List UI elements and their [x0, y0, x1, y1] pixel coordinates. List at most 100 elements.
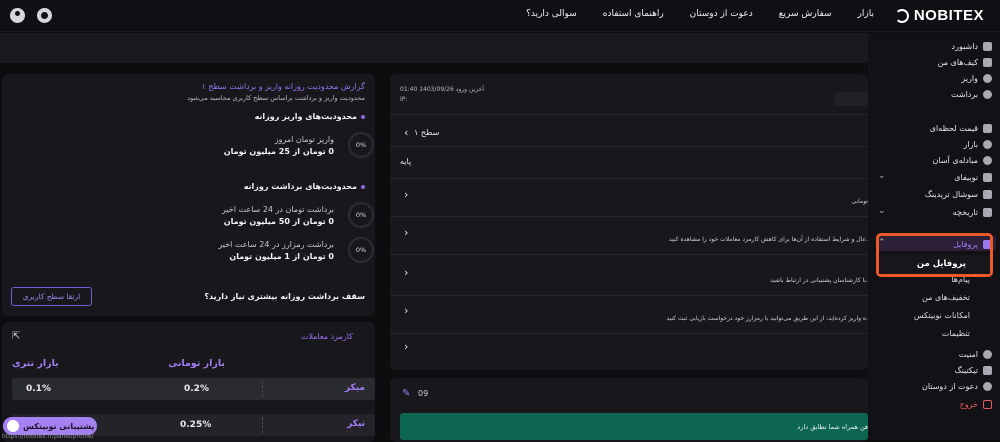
- column-divider: [262, 417, 263, 433]
- sidebar-item-logout[interactable]: خروج: [874, 396, 992, 412]
- sidebar-item-withdraw[interactable]: برداشت: [874, 86, 992, 102]
- sidebar-item-label: خروج: [959, 399, 978, 409]
- level-row-text: تومانی: [851, 198, 868, 205]
- chevron-left-icon[interactable]: ›: [404, 226, 408, 239]
- sidebar-item-easy-exchange[interactable]: مبادله‌ی آسان: [874, 152, 992, 168]
- sidebar-item-label: بازار: [963, 139, 978, 149]
- sidebar-item-label: قیمت لحظه‌ای: [929, 123, 978, 133]
- deposit-progress-ring: 0%: [348, 132, 374, 158]
- deposit-icon: [983, 73, 992, 83]
- history-icon: [983, 207, 992, 217]
- bullet-dot-icon: [361, 184, 365, 189]
- nobitex-logo-icon: [894, 8, 909, 23]
- sidebar-sub-features[interactable]: امکانات نوبیتکس: [914, 311, 970, 320]
- chevron-left-icon[interactable]: ›: [404, 266, 408, 279]
- row-divider: [390, 295, 868, 296]
- nav-quick-order[interactable]: سفارش سریع: [779, 9, 832, 19]
- sidebar-item-deposit[interactable]: واریز: [874, 70, 992, 86]
- deposit-section-title: محدودیت‌های واریز روزانه: [255, 112, 365, 121]
- sidebar-item-dashboard[interactable]: داشبورد: [874, 38, 992, 54]
- deposit-section-label: محدودیت‌های واریز روزانه: [254, 112, 357, 121]
- sidebar-item-label: تاریخچه: [952, 207, 978, 217]
- sidebar-sub-discounts[interactable]: تخفیف‌های من: [922, 293, 970, 302]
- report-title: گزارش محدودیت روزانه واریز و برداشت سطح …: [201, 82, 365, 91]
- sidebar-item-nobify[interactable]: نوبیفای ⌄: [874, 169, 992, 185]
- sidebar-item-label: دعوت از دوستان: [921, 381, 978, 391]
- bullet-dot-icon: [361, 114, 365, 119]
- column-divider: [262, 381, 263, 397]
- expand-icon[interactable]: ⇱: [12, 331, 20, 342]
- daily-limit-report-panel: گزارش محدودیت روزانه واریز و برداشت سطح …: [2, 74, 375, 316]
- nav-invite-friends[interactable]: دعوت از دوستان: [690, 9, 753, 19]
- sub-header-bar: [0, 33, 1000, 63]
- sidebar-item-market[interactable]: بازار: [874, 136, 992, 152]
- chevron-left-icon[interactable]: ›: [404, 340, 408, 353]
- sidebar-item-label: کیف‌های من: [937, 57, 978, 67]
- fees-col-toman: بازار تومانی: [168, 358, 225, 369]
- nav-guide[interactable]: راهنمای استفاده: [603, 9, 664, 19]
- sidebar-item-invite[interactable]: دعوت از دوستان: [874, 378, 992, 394]
- sidebar-item-ticketing[interactable]: تیکتینگ: [874, 362, 992, 378]
- sidebar-item-label: داشبورد: [951, 41, 978, 51]
- fees-col-tether: بازار تتری: [12, 358, 59, 369]
- dashboard-icon: [983, 41, 992, 51]
- main-nav: بازار سفارش سریع دعوت از دوستان راهنمای …: [526, 9, 874, 19]
- ticket-icon: [983, 365, 992, 375]
- logout-icon: [983, 399, 992, 409]
- chevron-left-icon[interactable]: ›: [404, 188, 408, 201]
- row-divider: [390, 254, 868, 255]
- sidebar-sub-my-profile[interactable]: پروفایل من: [879, 255, 990, 274]
- ip-text: IP:: [400, 96, 408, 103]
- nobitex-logo[interactable]: NOBITEX: [894, 7, 984, 24]
- top-navbar: NOBITEX بازار سفارش سریع دعوت از دوستان …: [0, 0, 1000, 32]
- chevron-left-icon[interactable]: ›: [404, 304, 408, 317]
- withdraw-crypto-label: برداشت رمزارز در 24 ساعت اخیر: [218, 240, 334, 249]
- support-label: پشتیبانی نوبیتکس: [23, 421, 95, 431]
- sidebar-item-label: سوشال تریدینگ: [924, 189, 978, 199]
- withdraw-crypto-progress-ring: 0%: [348, 237, 374, 263]
- wallet-icon: [983, 57, 992, 67]
- sidebar-item-label: نوبیفای: [954, 172, 978, 182]
- upgrade-level-button[interactable]: ارتقا سطح کاربری: [11, 287, 92, 306]
- sidebar-item-security[interactable]: امنیت: [874, 346, 992, 362]
- verification-count: 09: [418, 389, 429, 398]
- chevron-left-icon[interactable]: ‹: [404, 126, 408, 139]
- gear-icon[interactable]: [37, 8, 52, 23]
- withdraw-toman-value: 0 تومان از 50 میلیون تومان: [223, 217, 334, 226]
- sidebar-item-label: برداشت: [951, 89, 978, 99]
- sidebar-sub-settings[interactable]: تنظیمات: [942, 329, 970, 338]
- last-login-text: آخرین ورود 1403/09/26 01:40: [400, 86, 484, 93]
- fees-toman-value: 0.25%: [180, 420, 212, 430]
- withdraw-section-label: محدودیت‌های برداشت روزانه: [243, 182, 357, 191]
- status-url: https://nobitex.ir/panel/profile/: [2, 433, 94, 440]
- chevron-down-icon: ⌄: [878, 171, 886, 181]
- user-level-panel: آخرین ورود 1403/09/26 01:40 IP: ‹ سطح ۱ …: [390, 74, 868, 370]
- fees-row-label: میکر: [344, 383, 365, 393]
- withdraw-toman-progress-ring: 0%: [348, 202, 374, 228]
- header-actions: [10, 8, 52, 23]
- market-icon: [983, 139, 992, 149]
- sidebar-item-history[interactable]: تاریخچه ⌄: [874, 204, 992, 220]
- user-icon[interactable]: [10, 8, 25, 23]
- sidebar-item-label: امنیت: [958, 349, 978, 359]
- level-row-text: عال و شرایط استفاده از آن‌ها برای کاهش ک…: [668, 236, 868, 243]
- nav-market[interactable]: بازار: [858, 9, 874, 19]
- fees-row-maker: میکر 0.2% 0.1%: [12, 378, 375, 400]
- withdraw-icon: [983, 89, 992, 99]
- level-label: سطح ۱: [414, 128, 440, 137]
- logo-text: NOBITEX: [913, 7, 984, 24]
- fees-tether-value: 0.1%: [26, 384, 51, 394]
- fees-row-label: تیکر: [347, 419, 365, 429]
- edit-icon[interactable]: ✎: [402, 388, 410, 399]
- level-row-text: ه واریز کرده‌اید، از این طریق می‌توانید …: [666, 315, 868, 322]
- fees-toman-value: 0.2%: [184, 384, 209, 394]
- sidebar-item-label: مبادله‌ی آسان: [932, 155, 978, 165]
- nav-faq[interactable]: سوالی دارید؟: [526, 9, 577, 19]
- sidebar-item-social-trading[interactable]: سوشال تریدینگ: [874, 186, 992, 202]
- crown-icon: [983, 189, 992, 199]
- sidebar-item-wallets[interactable]: کیف‌های من: [874, 54, 992, 70]
- sidebar-item-live-price[interactable]: قیمت لحظه‌ای: [874, 120, 992, 136]
- shield-icon: [983, 349, 992, 359]
- deposit-limit-value: 0 تومان از 25 میلیون تومان: [223, 147, 334, 156]
- nobify-icon: [983, 172, 992, 182]
